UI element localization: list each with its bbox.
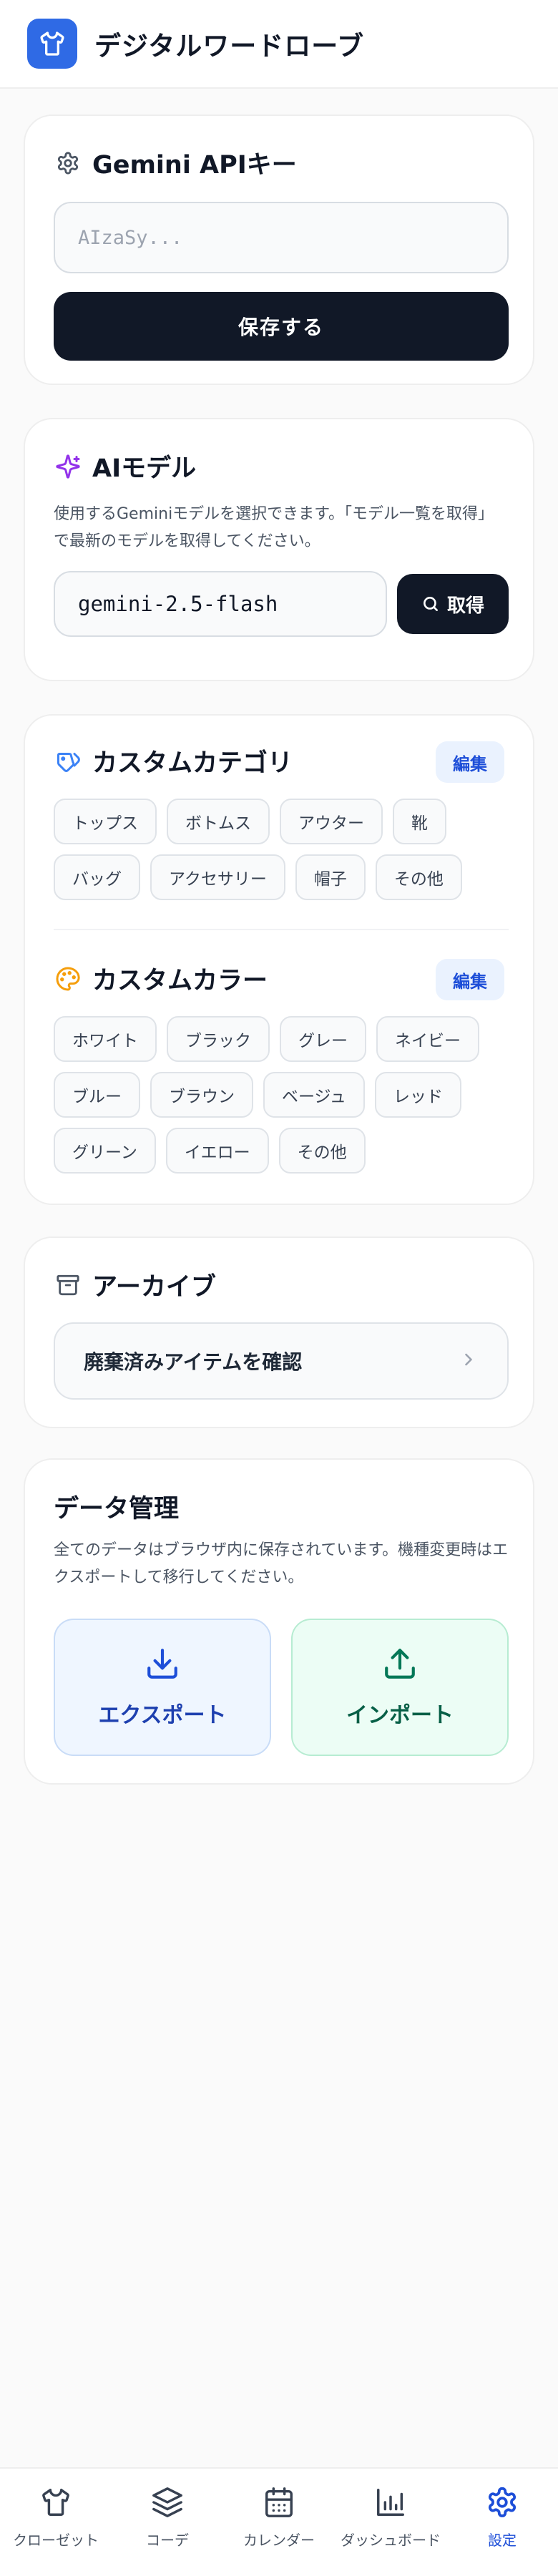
nav-item-calendar[interactable]: カレンダー (223, 2469, 335, 2576)
categories-title: カスタムカテゴリ (54, 743, 293, 779)
palette-icon (54, 965, 82, 993)
category-chip[interactable]: アクセサリー (150, 854, 285, 900)
nav-label: 設定 (488, 2532, 517, 2549)
nav-label: コーデ (146, 2532, 189, 2549)
app-header: デジタルワードローブ (0, 0, 558, 89)
sparkles-icon (54, 452, 82, 481)
layers-icon (151, 2486, 184, 2522)
color-chip[interactable]: ネイビー (376, 1016, 479, 1062)
ai-model-description: 使用するGeminiモデルを選択できます。「モデル一覧を取得」で最新のモデルを取… (54, 505, 494, 550)
archive-icon (54, 1271, 82, 1299)
ai-model-title-text: AIモデル (92, 454, 197, 483)
customization-card: カスタムカテゴリ 編集 トップス ボトムス アウター 靴 バッグ アクセサリー … (24, 714, 534, 1205)
nav-label: カレンダー (243, 2532, 315, 2549)
color-chip[interactable]: ブラウン (150, 1072, 253, 1118)
upload-icon (382, 1646, 418, 1684)
color-chip[interactable]: ベージュ (263, 1072, 365, 1118)
color-chip[interactable]: ブルー (54, 1072, 140, 1118)
api-key-input[interactable] (54, 202, 509, 273)
colors-title: カスタムカラー (54, 960, 268, 997)
nav-item-dashboard[interactable]: ダッシュボード (335, 2469, 446, 2576)
nav-item-closet[interactable]: クローゼット (0, 2469, 112, 2576)
edit-categories-button[interactable]: 編集 (436, 741, 504, 783)
api-key-card: Gemini APIキー 保存する (24, 114, 534, 385)
download-icon (145, 1646, 180, 1684)
archived-items-row[interactable]: 廃棄済みアイテムを確認 (54, 1322, 509, 1400)
archive-card: アーカイブ 廃棄済みアイテムを確認 (24, 1236, 534, 1428)
tags-icon (54, 747, 82, 776)
color-chip[interactable]: ホワイト (54, 1016, 157, 1062)
gear-icon (54, 149, 82, 177)
save-api-key-button[interactable]: 保存する (54, 292, 509, 361)
color-chip[interactable]: レッド (374, 1072, 461, 1118)
nav-item-settings[interactable]: 設定 (446, 2469, 558, 2576)
export-label: エクスポート (98, 1703, 227, 1728)
category-chip[interactable]: その他 (375, 854, 462, 900)
data-management-card: データ管理 全てのデータはブラウザ内に保存されています。機種変更時はエクスポート… (24, 1458, 534, 1785)
import-button[interactable]: インポート (291, 1619, 509, 1756)
color-chip[interactable]: その他 (278, 1128, 366, 1174)
export-button[interactable]: エクスポート (54, 1619, 271, 1756)
nav-label: ダッシュボード (341, 2532, 441, 2549)
import-label: インポート (346, 1703, 454, 1728)
fetch-models-label: 取得 (446, 595, 484, 617)
shirt-icon (40, 31, 64, 56)
bottom-nav: クローゼット コーデ カレンダー ダッシュボード 設定 (0, 2467, 558, 2576)
ai-model-card: AIモデル 使用するGeminiモデルを選択できます。「モデル一覧を取得」で最新… (24, 418, 534, 681)
category-chip[interactable]: アウター (280, 799, 383, 844)
category-chip[interactable]: ボトムス (167, 799, 270, 844)
edit-colors-button[interactable]: 編集 (436, 959, 504, 1000)
data-management-description: 全てのデータはブラウザ内に保存されています。機種変更時はエクスポートして移行して… (54, 1541, 509, 1586)
app-logo (27, 19, 77, 69)
archive-title-text: アーカイブ (92, 1273, 216, 1302)
api-key-title-text: Gemini APIキー (92, 151, 297, 180)
category-chip[interactable]: 帽子 (295, 854, 366, 900)
color-chip-list: ホワイト ブラック グレー ネイビー ブルー ブラウン ベージュ レッド グリー… (54, 1016, 512, 1174)
color-chip[interactable]: グリーン (54, 1128, 156, 1174)
categories-title-text: カスタムカテゴリ (92, 749, 293, 778)
archived-items-label: 廃棄済みアイテムを確認 (84, 1350, 303, 1374)
gear-icon (486, 2486, 519, 2522)
category-chip-list: トップス ボトムス アウター 靴 バッグ アクセサリー 帽子 その他 (54, 799, 512, 900)
section-divider (54, 929, 509, 930)
nav-item-outfits[interactable]: コーデ (112, 2469, 223, 2576)
fetch-models-button[interactable]: 取得 (397, 574, 509, 634)
nav-label: クローゼット (13, 2532, 99, 2549)
app-title: デジタルワードローブ (94, 31, 365, 62)
color-chip[interactable]: イエロー (165, 1128, 269, 1174)
bar-chart-icon (374, 2486, 407, 2522)
chevron-right-icon (459, 1350, 479, 1372)
color-chip[interactable]: グレー (280, 1016, 366, 1062)
shirt-icon (39, 2486, 72, 2522)
search-icon (421, 595, 440, 613)
color-chip[interactable]: ブラック (167, 1016, 270, 1062)
archive-title: アーカイブ (54, 1267, 216, 1303)
calendar-icon (263, 2486, 295, 2522)
data-management-title: データ管理 (54, 1495, 180, 1523)
ai-model-card-title: AIモデル (54, 448, 196, 484)
category-chip[interactable]: バッグ (54, 854, 140, 900)
colors-title-text: カスタムカラー (92, 967, 268, 995)
api-key-card-title: Gemini APIキー (54, 145, 297, 181)
category-chip[interactable]: トップス (54, 799, 157, 844)
model-select[interactable]: gemini-2.5-flash (54, 571, 387, 637)
category-chip[interactable]: 靴 (393, 799, 446, 844)
